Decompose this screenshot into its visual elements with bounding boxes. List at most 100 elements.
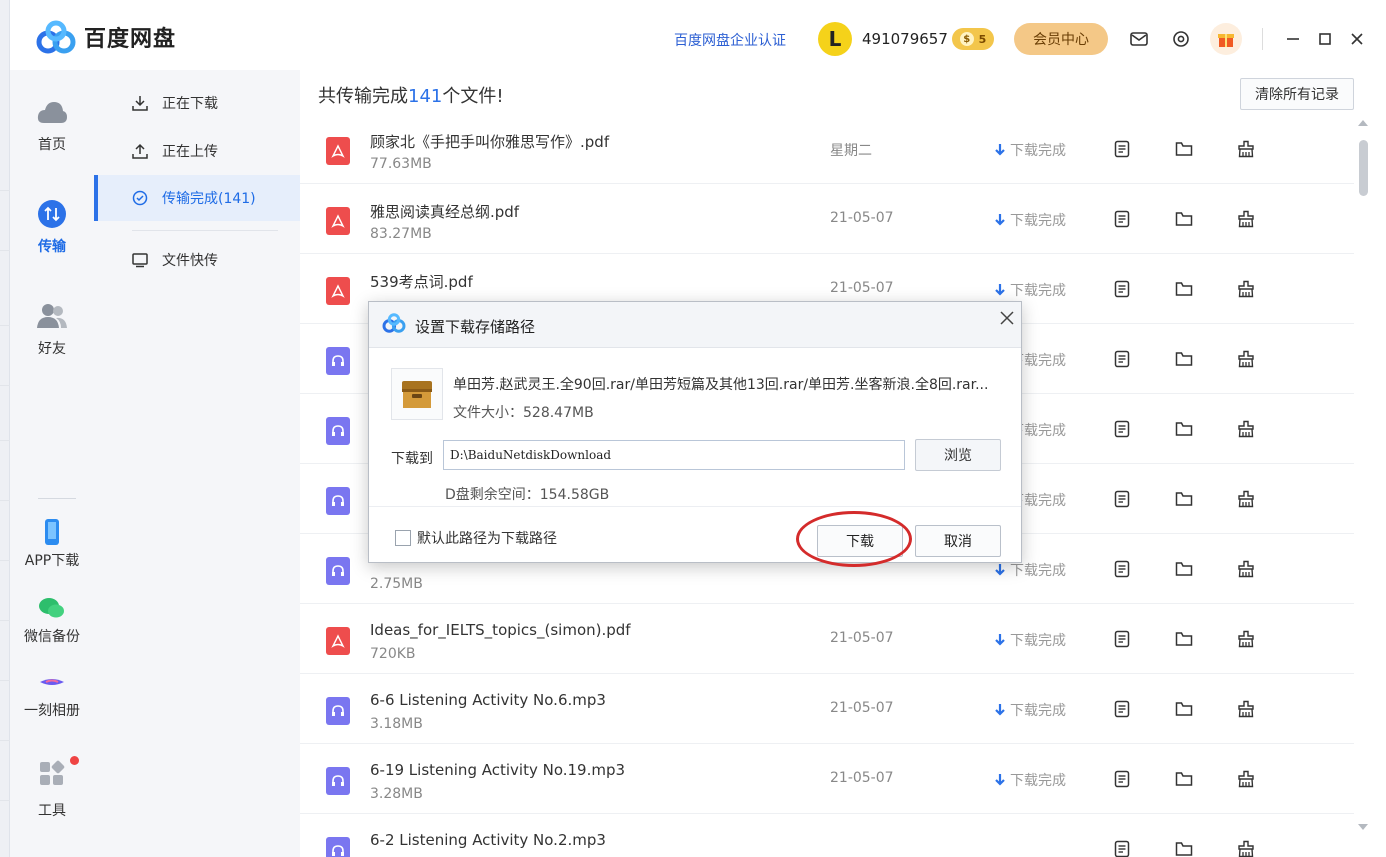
- avatar[interactable]: L: [818, 22, 852, 56]
- file-row[interactable]: 6-19 Listening Activity No.19.mp3 3.28MB 2…: [300, 744, 1354, 814]
- download-arrow-icon: [995, 284, 1005, 296]
- folder-icon[interactable]: [1172, 277, 1196, 301]
- file-detail-icon[interactable]: [1110, 837, 1134, 857]
- clear-all-records-button[interactable]: 清除所有记录: [1240, 78, 1354, 110]
- file-detail-icon[interactable]: [1110, 417, 1134, 441]
- phone-icon: [36, 516, 68, 548]
- nav-label: 微信备份: [24, 629, 80, 645]
- clean-record-icon[interactable]: [1234, 767, 1258, 791]
- file-name[interactable]: 6-6 Listening Activity No.6.mp3: [370, 691, 606, 709]
- app-logo[interactable]: 百度网盘: [34, 20, 176, 54]
- clean-record-icon[interactable]: [1234, 557, 1258, 581]
- file-size: 720KB: [370, 646, 416, 662]
- nav-app-download[interactable]: APP下载: [10, 516, 94, 570]
- clean-record-icon[interactable]: [1234, 137, 1258, 161]
- subnav-quick-transfer[interactable]: 文件快传: [94, 237, 300, 283]
- clean-record-icon[interactable]: [1234, 627, 1258, 651]
- nav-label: 一刻相册: [24, 703, 80, 719]
- browse-button[interactable]: 浏览: [915, 439, 1001, 471]
- dialog-title: 设置下载存储路径: [415, 318, 536, 336]
- scroll-down-arrow[interactable]: [1358, 824, 1368, 830]
- file-name[interactable]: 6-19 Listening Activity No.19.mp3: [370, 761, 625, 779]
- clean-record-icon[interactable]: [1234, 487, 1258, 511]
- file-row[interactable]: 雅思阅读真经总纲.pdf 83.27MB 21-05-07 下载完成: [300, 184, 1354, 254]
- file-row[interactable]: 顾家北《手把手叫你雅思写作》.pdf 77.63MB 星期二 下载完成: [300, 114, 1354, 184]
- pdf-file-icon: [326, 277, 350, 305]
- folder-icon[interactable]: [1172, 767, 1196, 791]
- subnav-uploading[interactable]: 正在上传: [94, 128, 300, 174]
- folder-icon[interactable]: [1172, 487, 1196, 511]
- file-name[interactable]: Ideas_for_IELTS_topics_(simon).pdf: [370, 621, 631, 639]
- friends-icon: [36, 300, 68, 332]
- nav-transfer[interactable]: 传输: [10, 198, 94, 256]
- gift-icon[interactable]: [1210, 23, 1242, 55]
- file-name[interactable]: 顾家北《手把手叫你雅思写作》.pdf: [370, 131, 609, 152]
- folder-icon[interactable]: [1172, 137, 1196, 161]
- download-status: 下载完成: [994, 140, 1066, 160]
- subnav-downloading[interactable]: 正在下载: [94, 80, 300, 126]
- file-detail-icon[interactable]: [1110, 487, 1134, 511]
- file-name[interactable]: 539考点词.pdf: [370, 271, 473, 292]
- clean-record-icon[interactable]: [1234, 697, 1258, 721]
- close-icon[interactable]: [995, 306, 1019, 330]
- file-row[interactable]: 6-6 Listening Activity No.6.mp3 3.18MB 21-…: [300, 674, 1354, 744]
- minimize-icon[interactable]: [1282, 28, 1304, 50]
- clean-record-icon[interactable]: [1234, 417, 1258, 441]
- default-path-checkbox-label[interactable]: 默认此路径为下载路径: [417, 528, 557, 548]
- file-detail-icon[interactable]: [1110, 697, 1134, 721]
- subnav-completed[interactable]: 传输完成(141): [94, 175, 300, 221]
- scroll-up-arrow[interactable]: [1358, 120, 1368, 126]
- close-window-icon[interactable]: [1346, 28, 1368, 50]
- nav-wechat-backup[interactable]: 微信备份: [10, 592, 94, 646]
- status-label: 下载完成: [1010, 633, 1066, 649]
- member-center-button[interactable]: 会员中心: [1014, 23, 1108, 55]
- download-arrow-icon: [995, 564, 1005, 576]
- nav-album[interactable]: 一刻相册: [10, 666, 94, 720]
- clean-record-icon[interactable]: [1234, 837, 1258, 857]
- enterprise-verify-link[interactable]: 百度网盘企业认证: [674, 30, 786, 50]
- cancel-button[interactable]: 取消: [915, 525, 1001, 557]
- file-row[interactable]: Ideas_for_IELTS_topics_(simon).pdf 720KB 2…: [300, 604, 1354, 674]
- default-path-checkbox[interactable]: [395, 530, 411, 546]
- file-detail-icon[interactable]: [1110, 767, 1134, 791]
- folder-icon[interactable]: [1172, 417, 1196, 441]
- scroll-thumb[interactable]: [1359, 140, 1368, 196]
- nav-tools[interactable]: 工具: [10, 758, 94, 820]
- file-detail-icon[interactable]: [1110, 207, 1134, 231]
- file-name[interactable]: 6-2 Listening Activity No.2.mp3: [370, 831, 606, 849]
- download-arrow-icon: [995, 634, 1005, 646]
- vip-badge[interactable]: $ 5: [952, 28, 994, 50]
- download-path-input[interactable]: D:\BaiduNetdiskDownload: [443, 440, 905, 470]
- nav-label: 工具: [38, 803, 66, 819]
- nav-divider: [38, 498, 76, 499]
- folder-icon[interactable]: [1172, 837, 1196, 857]
- folder-icon[interactable]: [1172, 557, 1196, 581]
- settings-icon[interactable]: [1170, 28, 1192, 50]
- folder-icon[interactable]: [1172, 347, 1196, 371]
- folder-icon[interactable]: [1172, 697, 1196, 721]
- download-button[interactable]: 下载: [817, 525, 903, 557]
- nav-label: 好友: [38, 341, 66, 357]
- audio-file-icon: [326, 417, 350, 445]
- file-detail-icon[interactable]: [1110, 137, 1134, 161]
- file-detail-icon[interactable]: [1110, 627, 1134, 651]
- status-label: 下载完成: [1010, 703, 1066, 719]
- folder-icon[interactable]: [1172, 627, 1196, 651]
- nav-friends[interactable]: 好友: [10, 300, 94, 358]
- clean-record-icon[interactable]: [1234, 277, 1258, 301]
- file-detail-icon[interactable]: [1110, 347, 1134, 371]
- user-id[interactable]: 491079657: [862, 30, 948, 48]
- folder-icon[interactable]: [1172, 207, 1196, 231]
- file-date: 21-05-07: [830, 770, 894, 786]
- mail-icon[interactable]: [1128, 28, 1150, 50]
- maximize-icon[interactable]: [1314, 28, 1336, 50]
- nav-home[interactable]: 首页: [10, 96, 94, 154]
- file-detail-icon[interactable]: [1110, 557, 1134, 581]
- file-row[interactable]: 6-2 Listening Activity No.2.mp3: [300, 814, 1354, 857]
- file-name[interactable]: 雅思阅读真经总纲.pdf: [370, 201, 519, 222]
- scrollbar[interactable]: [1356, 116, 1370, 836]
- audio-file-icon: [326, 697, 350, 725]
- clean-record-icon[interactable]: [1234, 207, 1258, 231]
- file-detail-icon[interactable]: [1110, 277, 1134, 301]
- clean-record-icon[interactable]: [1234, 347, 1258, 371]
